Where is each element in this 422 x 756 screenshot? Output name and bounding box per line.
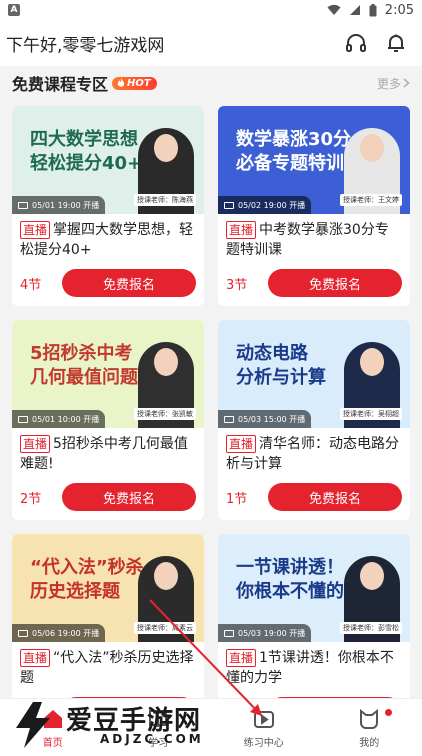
live-tag: 直播 (20, 435, 51, 453)
teacher-name: 授课老师：陈海燕 (134, 194, 196, 206)
section-title: 免费课程专区 (12, 75, 109, 94)
home-icon (40, 706, 66, 732)
teacher-name: 授课老师：张凯敏 (134, 408, 196, 420)
camera-icon (224, 415, 234, 423)
broadcast-time: 05/06 19:00 开播 (12, 624, 106, 642)
course-grid: 四大数学思想 轻松提分40+ 授课老师：陈海燕 05/01 19:00 开播 直… (0, 106, 422, 734)
notification-dot (385, 709, 392, 716)
course-title[interactable]: 直播 中考数学暴涨30分专题特训课 (226, 220, 402, 260)
clock: 2:05 (384, 2, 414, 18)
camera-icon (224, 201, 234, 209)
course-thumbnail[interactable]: 5招秒杀中考 几何最值问题 授课老师：张凯敏 05/01 10:00 开播 (12, 320, 204, 428)
course-title[interactable]: 直播 “代入法”秒杀历史选择题 (20, 648, 196, 688)
more-link[interactable]: 更多 (377, 75, 410, 92)
book-icon (145, 706, 171, 732)
headset-button[interactable] (336, 23, 376, 63)
camera-icon (224, 629, 234, 637)
lesson-count: 4节 (20, 277, 42, 293)
lesson-count: 2节 (20, 491, 42, 507)
course-title[interactable]: 直播 5招秒杀中考几何最值难题! (20, 434, 196, 474)
greeting-title: 下午好,零零七游戏网 (6, 35, 165, 56)
course-thumbnail[interactable]: 数学暴涨30分 必备专题特训课 授课老师：王文婷 05/02 19:00 开播 (218, 106, 410, 214)
app-notification-icon: A (8, 4, 20, 16)
broadcast-time: 05/02 19:00 开播 (218, 196, 312, 214)
thumbnail-headline: 动态电路 分析与计算 (236, 343, 326, 388)
status-bar: A 2:05 (0, 0, 422, 20)
teacher-name: 授课老师：吴栩超 (340, 408, 402, 420)
battery-icon (369, 3, 377, 16)
wifi-icon (327, 4, 341, 15)
flame-icon (117, 78, 125, 87)
camera-icon (18, 415, 28, 423)
course-thumbnail[interactable]: “代入法”秒杀 历史选择题 授课老师：周素云 05/06 19:00 开播 (12, 534, 204, 642)
teacher-name: 授课老师：王文婷 (340, 194, 402, 206)
bell-icon (388, 34, 404, 52)
live-tag: 直播 (20, 221, 51, 239)
free-enroll-button[interactable]: 免费报名 (62, 269, 196, 297)
headset-icon (346, 34, 366, 52)
thumbnail-headline: 四大数学思想 轻松提分40+ (30, 129, 143, 174)
free-courses-header: 免费课程专区 HOT 更多 (0, 66, 422, 100)
app-bar: 下午好,零零七游戏网 (0, 20, 422, 66)
course-title[interactable]: 直播 清华名师：动态电路分析与计算 (226, 434, 402, 474)
free-enroll-button[interactable]: 免费报名 (268, 483, 402, 511)
free-enroll-button[interactable]: 免费报名 (62, 483, 196, 511)
live-tag: 直播 (20, 649, 51, 667)
play-box-icon (251, 706, 277, 732)
tab-mine[interactable]: 我的 (317, 699, 422, 756)
broadcast-time: 05/01 10:00 开播 (12, 410, 106, 428)
profile-icon (356, 706, 382, 732)
teacher-name: 授课老师：周素云 (134, 622, 196, 634)
course-title[interactable]: 直播 1节课讲透！你根本不懂的力学 (226, 648, 402, 688)
course-title[interactable]: 直播 掌握四大数学思想，轻松提分40+ (20, 220, 196, 260)
bottom-tab-bar: 首页 学习 练习中心 我的 (0, 698, 422, 756)
camera-icon (18, 201, 28, 209)
camera-icon (18, 629, 28, 637)
live-tag: 直播 (226, 435, 257, 453)
course-thumbnail[interactable]: 一节课讲透！ 你根本不懂的力学 授课老师：彭雪松 05/03 19:00 开播 (218, 534, 410, 642)
lesson-count: 3节 (226, 277, 248, 293)
live-tag: 直播 (226, 221, 257, 239)
course-card[interactable]: 5招秒杀中考 几何最值问题 授课老师：张凯敏 05/01 10:00 开播 直播… (12, 320, 204, 520)
chevron-right-icon (403, 78, 410, 88)
live-tag: 直播 (226, 649, 257, 667)
course-card[interactable]: 四大数学思想 轻松提分40+ 授课老师：陈海燕 05/01 19:00 开播 直… (12, 106, 204, 306)
tab-home[interactable]: 首页 (0, 699, 106, 756)
course-card[interactable]: 数学暴涨30分 必备专题特训课 授课老师：王文婷 05/02 19:00 开播 … (218, 106, 410, 306)
course-thumbnail[interactable]: 四大数学思想 轻松提分40+ 授课老师：陈海燕 05/01 19:00 开播 (12, 106, 204, 214)
notification-button[interactable] (376, 23, 416, 63)
tab-practice-center[interactable]: 练习中心 (211, 699, 317, 756)
broadcast-time: 05/03 19:00 开播 (218, 624, 312, 642)
broadcast-time: 05/01 19:00 开播 (12, 196, 106, 214)
teacher-name: 授课老师：彭雪松 (340, 622, 402, 634)
tab-study[interactable]: 学习 (106, 699, 212, 756)
course-card[interactable]: 动态电路 分析与计算 授课老师：吴栩超 05/03 15:00 开播 直播 清华名… (218, 320, 410, 520)
signal-icon (349, 5, 360, 15)
thumbnail-headline: 5招秒杀中考 几何最值问题 (30, 343, 138, 388)
thumbnail-headline: “代入法”秒杀 历史选择题 (30, 557, 144, 602)
lesson-count: 1节 (226, 491, 248, 507)
broadcast-time: 05/03 15:00 开播 (218, 410, 312, 428)
hot-badge: HOT (112, 76, 157, 90)
free-enroll-button[interactable]: 免费报名 (268, 269, 402, 297)
course-thumbnail[interactable]: 动态电路 分析与计算 授课老师：吴栩超 05/03 15:00 开播 (218, 320, 410, 428)
